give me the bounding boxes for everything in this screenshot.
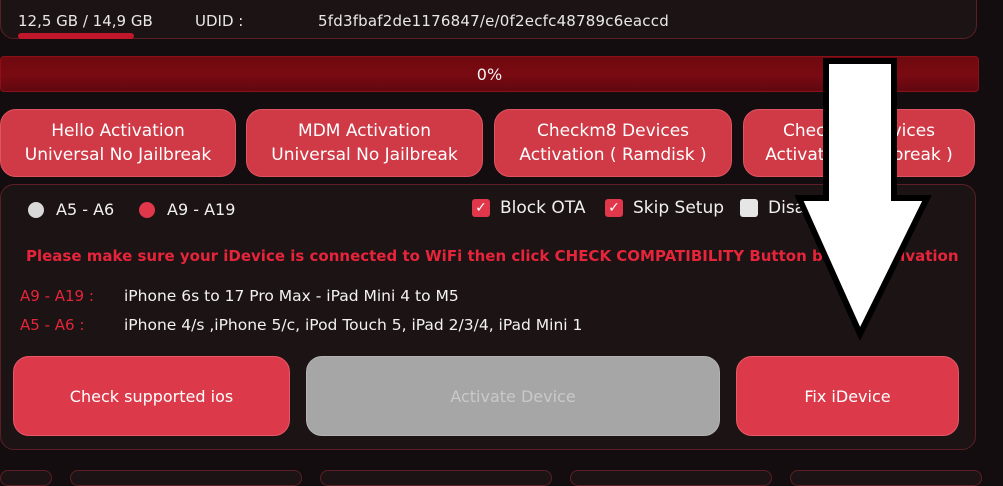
activate-device-label: Activate Device — [450, 386, 576, 406]
checkm8-ramdisk-button[interactable]: Checkm8 Devices Activation ( Ramdisk ) — [494, 109, 732, 177]
range-a5-desc: iPhone 4/s ,iPhone 5/c, iPod Touch 5, iP… — [124, 316, 583, 334]
radio-a5-a6-label: A5 - A6 — [56, 200, 115, 219]
down-arrow-icon — [794, 58, 932, 340]
checkm8-ramdisk-line1: Checkm8 Devices — [536, 121, 690, 141]
bottom-tab — [320, 470, 552, 486]
checkmark-icon: ✓ — [605, 199, 623, 217]
udid-value: 5fd3fbaf2de1176847/e/0f2ecfc48789c6eaccd — [318, 12, 669, 30]
radio-a5-a6[interactable]: A5 - A6 — [28, 200, 114, 219]
check-supported-ios-button[interactable]: Check supported ios — [13, 356, 290, 436]
range-a9-label: A9 - A19 : — [20, 287, 94, 305]
storage-text: 12,5 GB / 14,9 GB — [18, 12, 153, 30]
fix-idevice-button[interactable]: Fix iDevice — [736, 356, 959, 436]
hello-activation-button[interactable]: Hello Activation Universal No Jailbreak — [0, 109, 236, 177]
checkbox-empty-icon — [740, 199, 758, 217]
storage-bar — [18, 33, 134, 39]
bottom-tab — [790, 470, 982, 486]
skip-setup-checkbox[interactable]: ✓ Skip Setup — [605, 198, 724, 218]
checkmark-icon: ✓ — [472, 199, 490, 217]
range-a9-desc: iPhone 6s to 17 Pro Max - iPad Mini 4 to… — [124, 287, 459, 305]
block-ota-label: Block OTA — [500, 198, 586, 218]
skip-setup-label: Skip Setup — [633, 198, 725, 218]
radio-selected-icon — [139, 201, 155, 218]
range-a5-label: A5 - A6 : — [20, 316, 85, 334]
radio-a9-a19[interactable]: A9 - A19 — [139, 200, 235, 219]
bottom-tab — [570, 470, 772, 486]
udid-label: UDID : — [195, 12, 244, 30]
radio-a9-a19-label: A9 - A19 — [167, 200, 236, 219]
hello-activation-line1: Hello Activation — [51, 121, 185, 141]
mdm-activation-line1: MDM Activation — [298, 121, 431, 141]
bottom-tab — [0, 470, 52, 486]
hello-activation-line2: Universal No Jailbreak — [24, 145, 212, 165]
check-supported-ios-label: Check supported ios — [69, 386, 234, 406]
radio-unselected-icon — [28, 201, 44, 218]
block-ota-checkbox[interactable]: ✓ Block OTA — [472, 198, 585, 218]
mdm-activation-line2: Universal No Jailbreak — [271, 145, 458, 165]
bottom-tab — [70, 470, 302, 486]
activate-device-button[interactable]: Activate Device — [306, 356, 720, 436]
checkm8-ramdisk-line2: Activation ( Ramdisk ) — [519, 145, 707, 165]
fix-idevice-label: Fix iDevice — [804, 386, 891, 406]
mdm-activation-button[interactable]: MDM Activation Universal No Jailbreak — [246, 109, 483, 177]
